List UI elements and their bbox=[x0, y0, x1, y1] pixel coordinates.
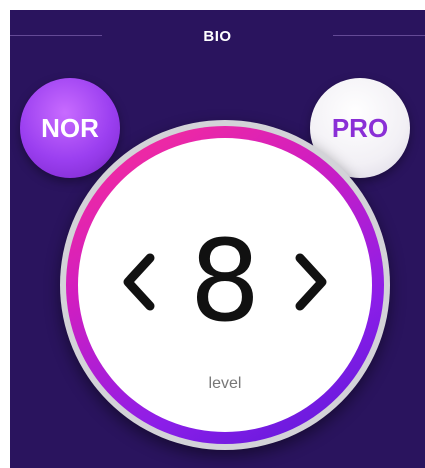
chevron-right-icon bbox=[295, 253, 327, 311]
nor-mode-button[interactable]: NOR bbox=[20, 78, 120, 178]
increase-level-button[interactable] bbox=[286, 242, 336, 322]
level-dial-ring: 8 level bbox=[66, 126, 384, 444]
header-divider-right bbox=[333, 35, 425, 36]
level-dial: 8 level bbox=[60, 120, 390, 450]
level-label: level bbox=[208, 375, 242, 392]
decrease-level-button[interactable] bbox=[114, 242, 164, 322]
chevron-left-icon bbox=[123, 253, 155, 311]
level-value: 8 bbox=[189, 217, 261, 347]
header: BIO bbox=[10, 10, 425, 66]
level-dial-face: 8 level bbox=[78, 138, 372, 432]
app-screen: BIO NOR PRO 8 level bbox=[10, 10, 425, 468]
page-title: BIO bbox=[203, 28, 232, 45]
